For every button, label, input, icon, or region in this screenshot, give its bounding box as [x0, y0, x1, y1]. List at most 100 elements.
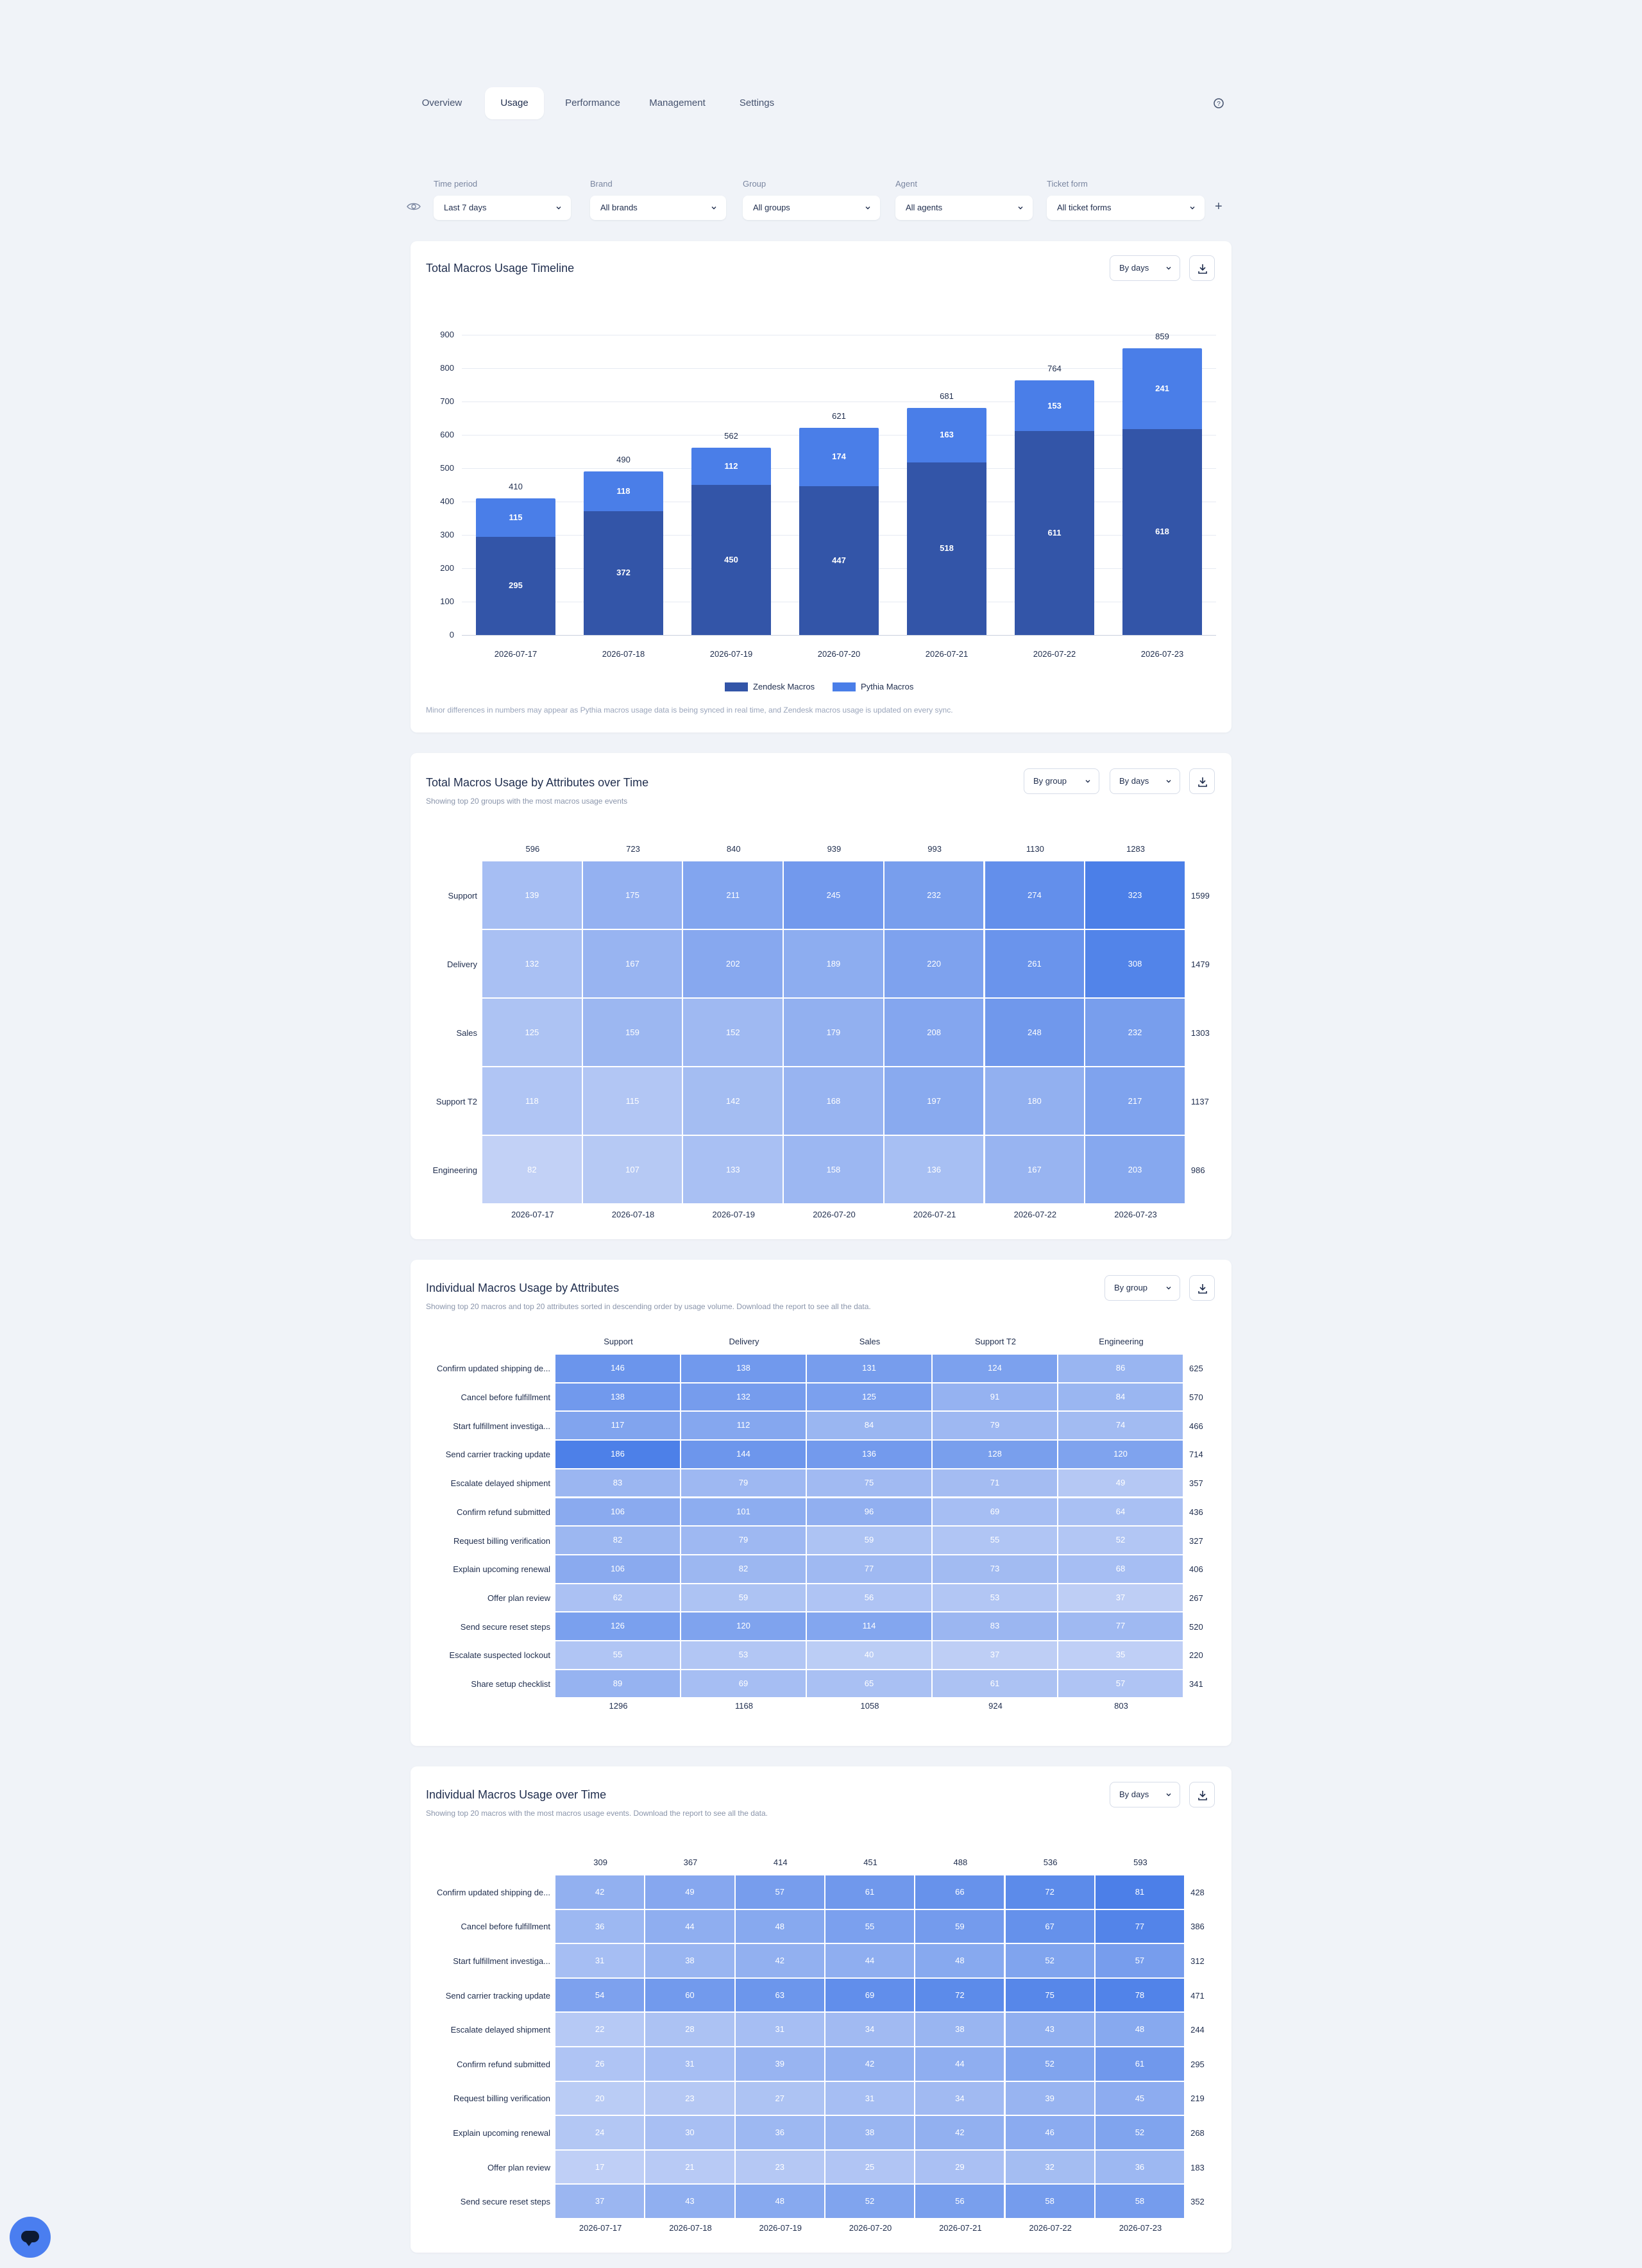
- heatmap-cell: 66: [915, 1875, 1004, 1909]
- column-header: 2026-07-19: [759, 2223, 802, 2233]
- chevron-down-icon: [556, 207, 561, 210]
- heatmap-cell: 58: [1005, 2185, 1094, 2218]
- group-select[interactable]: All groups: [743, 196, 880, 220]
- heatmap-cell: 77: [1095, 1909, 1185, 1943]
- time-period-select[interactable]: Last 7 days: [434, 196, 571, 220]
- bar-total-label: 562: [724, 430, 738, 441]
- help-circle-icon[interactable]: ?: [1213, 97, 1224, 109]
- agent-select[interactable]: All agents: [895, 196, 1033, 220]
- column-header: Engineering: [1099, 1337, 1144, 1346]
- heatmap-cell: 42: [555, 1875, 645, 1909]
- heatmap-cell: 34: [915, 2081, 1004, 2115]
- heatmap-cell: 39: [735, 2047, 824, 2081]
- heatmap-cell: 72: [915, 1978, 1004, 2012]
- individual-attributes-card: Individual Macros Usage by Attributes Sh…: [410, 1260, 1232, 1746]
- heatmap-cell: 106: [555, 1498, 680, 1526]
- tab-usage[interactable]: Usage: [485, 87, 544, 119]
- heatmap-cell: 36: [555, 1909, 645, 1943]
- row-total: 341: [1189, 1679, 1203, 1689]
- row-label: Offer plan review: [487, 1593, 550, 1603]
- column-total: 723: [626, 844, 640, 854]
- bar-value-label: 163: [940, 430, 954, 440]
- plus-icon[interactable]: +: [1215, 200, 1223, 213]
- filter-label-ticket-form: Ticket form: [1047, 179, 1088, 189]
- heatmap-cell: 45: [1095, 2081, 1185, 2115]
- row-label: Cancel before fulfillment: [461, 1922, 550, 1932]
- column-total: 939: [827, 844, 842, 854]
- heatmap-cell: 120: [1058, 1441, 1183, 1468]
- heatmap-cell: 61: [825, 1875, 915, 1909]
- heatmap-cell: 44: [825, 1944, 915, 1977]
- chevron-down-icon: [1018, 207, 1023, 210]
- column-total: 451: [863, 1858, 877, 1867]
- bar-total-label: 410: [509, 481, 523, 491]
- tab-settings[interactable]: Settings: [731, 87, 783, 119]
- bar-value-label: 153: [1047, 400, 1062, 410]
- row-label: Explain upcoming renewal: [453, 2128, 550, 2138]
- y-tick-label: 700: [440, 396, 454, 406]
- column-total: 1058: [860, 1701, 879, 1711]
- x-tick-label: 2026-07-21: [925, 649, 969, 659]
- heatmap-cell: 52: [1095, 2116, 1185, 2149]
- heatmap-cell: 69: [825, 1978, 915, 2012]
- heatmap-cell: 48: [735, 1909, 824, 1943]
- heatmap-cell: 208: [884, 999, 984, 1066]
- heatmap-cell: 83: [933, 1612, 1057, 1640]
- row-label: Delivery: [447, 959, 477, 969]
- x-tick-label: 2026-07-20: [817, 649, 861, 659]
- heatmap-cell: 132: [681, 1383, 806, 1411]
- eye-icon[interactable]: [407, 201, 421, 212]
- heatmap-cell: 180: [985, 1067, 1085, 1135]
- chat-button[interactable]: [10, 2217, 51, 2258]
- heatmap-cell: 120: [681, 1612, 806, 1640]
- bar-value-label: 174: [832, 452, 846, 462]
- heatmap-cell: 46: [1005, 2116, 1094, 2149]
- heatmap-cell: 42: [825, 2047, 915, 2081]
- row-total: 357: [1189, 1478, 1203, 1489]
- tab-performance[interactable]: Performance: [555, 87, 630, 119]
- heatmap-cell: 55: [825, 1909, 915, 1943]
- heatmap-cell: 101: [681, 1498, 806, 1526]
- row-label: Escalate suspected lockout: [449, 1650, 550, 1661]
- heatmap-cell: 65: [807, 1670, 931, 1698]
- bar-value-label: 611: [1047, 528, 1062, 538]
- timeline-footnote: Minor differences in numbers may appear …: [426, 706, 953, 715]
- heatmap-cell: 56: [915, 2185, 1004, 2218]
- heatmap-cell: 77: [1058, 1612, 1183, 1640]
- heatmap-cell: 82: [482, 1136, 582, 1203]
- legend-label-pythia: Pythia Macros: [861, 682, 914, 691]
- column-total: 596: [525, 844, 540, 854]
- heatmap-cell: 31: [735, 2013, 824, 2046]
- heatmap-cell: 44: [915, 2047, 1004, 2081]
- heatmap-cell: 23: [645, 2081, 734, 2115]
- heatmap-cell: 78: [1095, 1978, 1185, 2012]
- individual-time-heatmap: 2026-07-17 309 2026-07-18 367 2026-07-19 414 2…: [410, 1766, 1232, 2253]
- heatmap-cell: 73: [933, 1555, 1057, 1583]
- heatmap-cell: 38: [915, 2013, 1004, 2046]
- heatmap-cell: 31: [555, 1944, 645, 1977]
- heatmap-cell: 64: [1058, 1498, 1183, 1526]
- tab-overview[interactable]: Overview: [416, 87, 468, 119]
- heatmap-cell: 211: [683, 861, 783, 929]
- heatmap-cell: 67: [1005, 1909, 1094, 1943]
- heatmap-cell: 138: [681, 1355, 806, 1382]
- heatmap-cell: 59: [681, 1584, 806, 1612]
- column-header: Support: [604, 1337, 633, 1346]
- heatmap-cell: 62: [555, 1584, 680, 1612]
- heatmap-cell: 38: [825, 2116, 915, 2149]
- row-total: 295: [1190, 2059, 1205, 2069]
- heatmap-cell: 128: [933, 1441, 1057, 1468]
- heatmap-cell: 138: [555, 1383, 680, 1411]
- heatmap-cell: 44: [645, 1909, 734, 1943]
- ticket-form-select[interactable]: All ticket forms: [1047, 196, 1205, 220]
- heatmap-cell: 189: [784, 930, 883, 997]
- heatmap-cell: 106: [555, 1555, 680, 1583]
- heatmap-cell: 82: [681, 1555, 806, 1583]
- brand-select[interactable]: All brands: [590, 196, 726, 220]
- bar-total-label: 764: [1047, 363, 1062, 373]
- tab-management[interactable]: Management: [641, 87, 713, 119]
- heatmap-cell: 118: [482, 1067, 582, 1135]
- chat-bubble-icon: [21, 2231, 39, 2246]
- y-tick-label: 400: [440, 496, 454, 506]
- column-total: 367: [683, 1858, 698, 1867]
